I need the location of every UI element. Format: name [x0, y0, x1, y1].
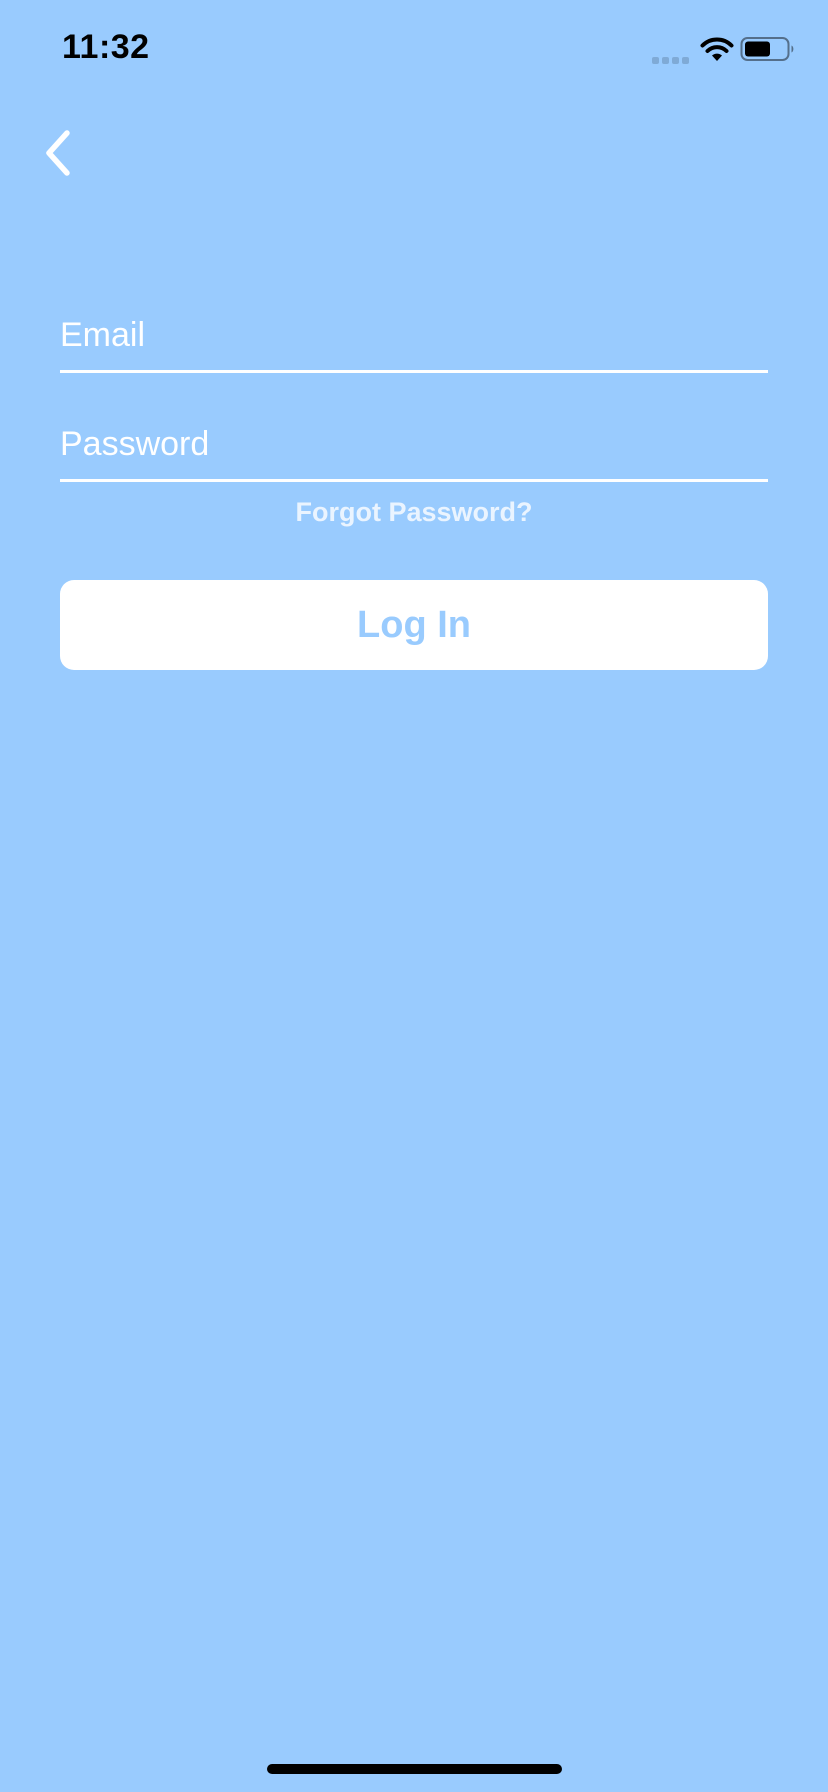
wifi-icon	[700, 36, 734, 62]
status-bar: 11:32	[0, 0, 828, 100]
password-field[interactable]	[60, 408, 768, 482]
email-input[interactable]	[60, 310, 768, 360]
status-time: 11:32	[62, 28, 150, 66]
back-button[interactable]	[30, 122, 86, 188]
cellular-signal-icon	[652, 53, 692, 64]
email-field[interactable]	[60, 299, 768, 373]
home-indicator	[267, 1764, 562, 1774]
forgot-password-link[interactable]: Forgot Password?	[60, 497, 768, 528]
log-in-button[interactable]: Log In	[60, 580, 768, 670]
battery-icon	[740, 36, 796, 62]
chevron-left-icon	[43, 129, 73, 182]
password-input[interactable]	[60, 419, 768, 469]
